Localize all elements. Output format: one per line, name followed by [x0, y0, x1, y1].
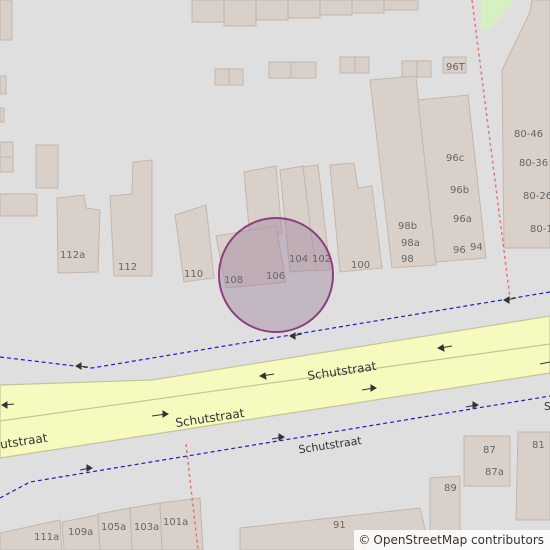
- building: [351, 0, 385, 14]
- building: [255, 0, 289, 21]
- map-attribution: © OpenStreetMap contributors: [354, 530, 550, 550]
- building: [0, 75, 7, 95]
- building: [0, 107, 5, 123]
- building: [401, 60, 418, 78]
- building: [339, 56, 356, 74]
- building: [0, 193, 38, 217]
- house-number: 96a: [453, 214, 472, 225]
- house-number: 81: [532, 440, 545, 451]
- house-number: 108: [224, 275, 243, 286]
- house-number: 98: [401, 254, 414, 265]
- house-number: 89: [444, 483, 457, 494]
- building: [383, 0, 419, 11]
- house-number: 110: [184, 269, 203, 280]
- map-canvas[interactable]: Schutstraat Schutstraat Schutstraat Schu…: [0, 0, 550, 550]
- building: [223, 0, 257, 27]
- building: [268, 61, 292, 79]
- building: [290, 61, 317, 79]
- house-number: 80-46: [514, 129, 543, 140]
- building: [287, 0, 321, 19]
- house-number: 87: [483, 445, 496, 456]
- house-number: 98b: [398, 221, 417, 232]
- building: [416, 60, 432, 78]
- building: [319, 0, 353, 16]
- house-number: 98a: [401, 238, 420, 249]
- house-number: 80-36: [519, 158, 548, 169]
- building: [191, 0, 225, 23]
- house-number: 80-1: [530, 224, 550, 235]
- house-number: 94: [470, 242, 483, 253]
- house-number: 104: [289, 254, 308, 265]
- building: [228, 68, 244, 86]
- house-number: 96T: [446, 62, 466, 73]
- attribution-link[interactable]: OpenStreetMap contributors: [373, 533, 544, 547]
- building: [0, 156, 14, 173]
- building: [463, 435, 511, 487]
- building: [354, 56, 370, 74]
- house-number: 103a: [134, 522, 159, 533]
- building: [35, 144, 59, 189]
- house-number: 96c: [446, 153, 464, 164]
- building: [0, 141, 14, 158]
- house-number: 112a: [60, 250, 85, 261]
- house-number: 112: [118, 262, 137, 273]
- house-number: 102: [312, 254, 331, 265]
- house-number: 101a: [163, 517, 188, 528]
- house-number: 96: [453, 245, 466, 256]
- house-number: 111a: [34, 532, 59, 543]
- house-number: 91: [333, 520, 346, 531]
- house-number: 105a: [101, 522, 126, 533]
- house-number: 96b: [450, 185, 469, 196]
- house-number: 80-26: [523, 191, 550, 202]
- copyright-symbol: ©: [358, 533, 371, 547]
- building: [214, 68, 230, 86]
- building: [0, 0, 13, 41]
- house-number: 106: [266, 271, 285, 282]
- street-label-schutstraat-edge: S: [544, 400, 550, 413]
- house-number: 87a: [485, 467, 504, 478]
- house-number: 100: [351, 260, 370, 271]
- house-number: 109a: [68, 527, 93, 538]
